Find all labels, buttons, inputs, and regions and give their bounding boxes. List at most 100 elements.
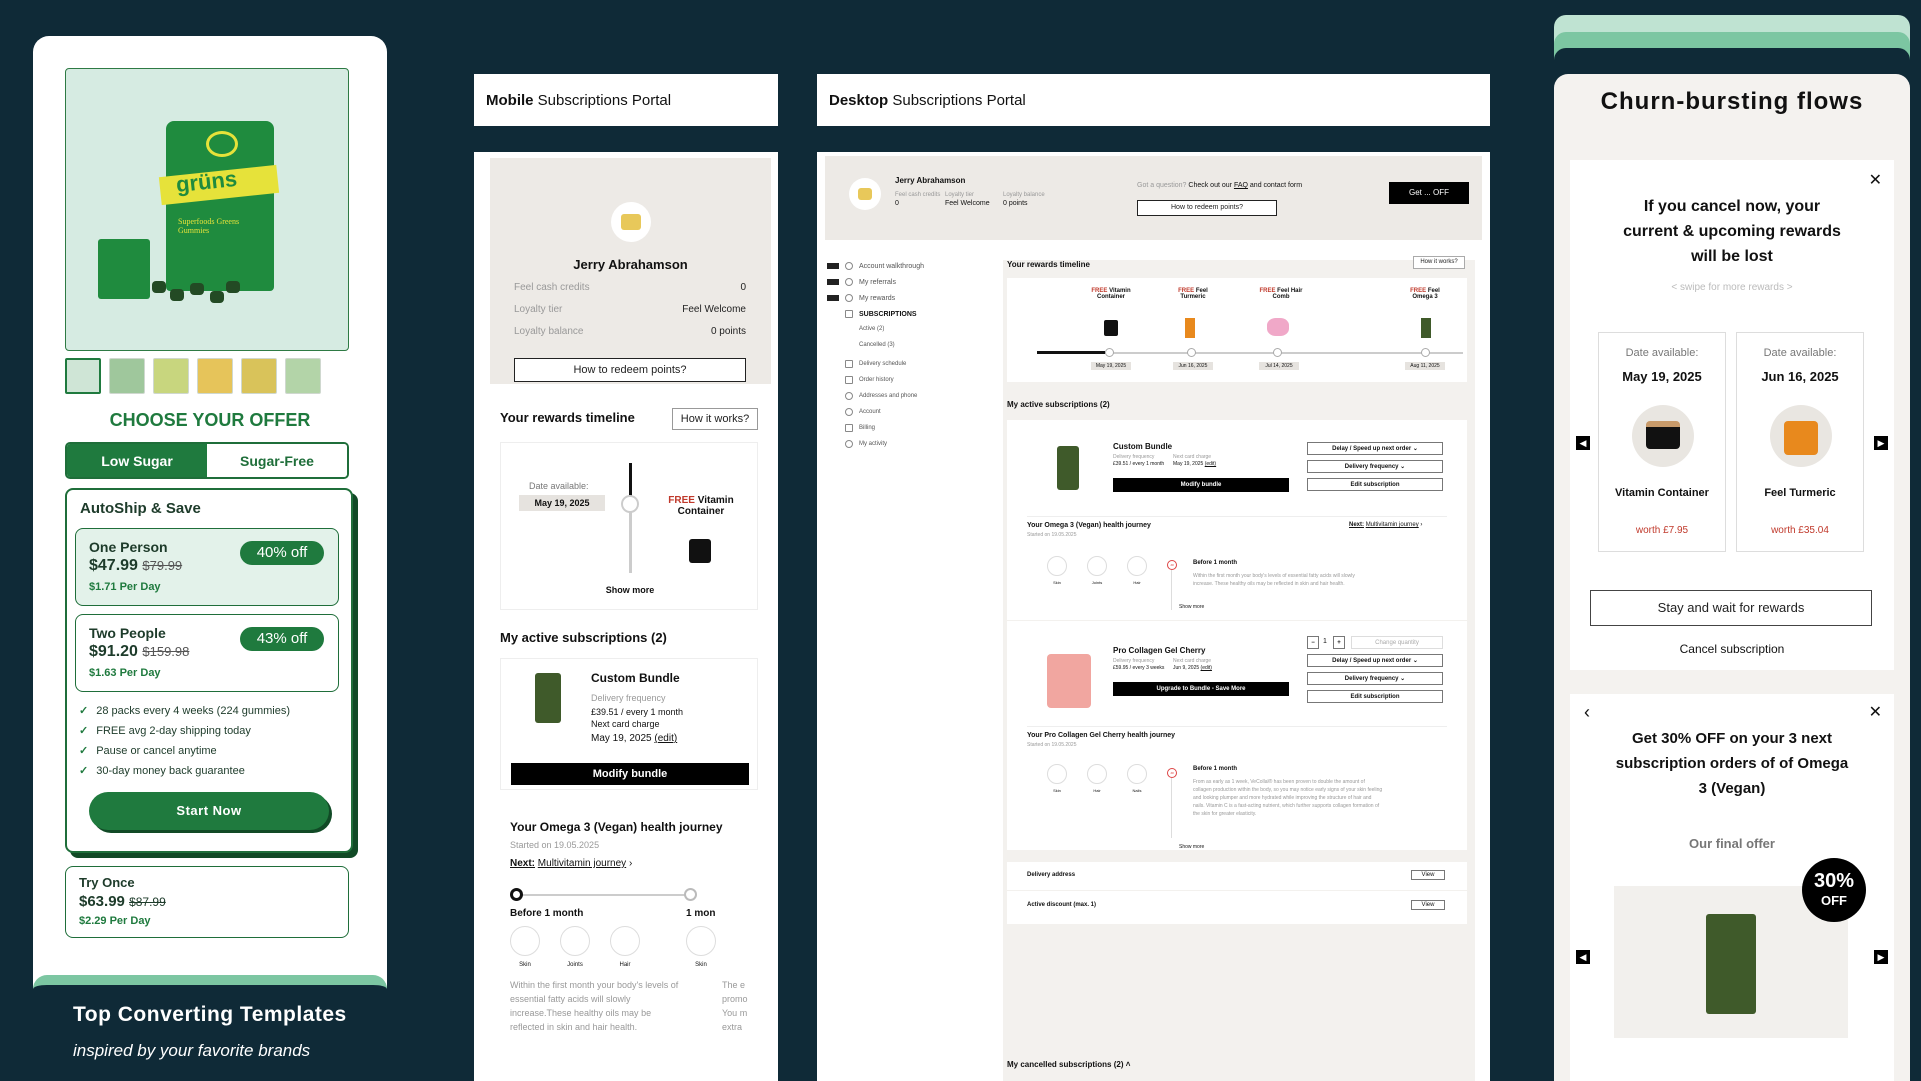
pin-icon	[845, 392, 853, 400]
final-offer-modal: ‹ ✕ Get 30% OFF on your 3 next subscript…	[1570, 694, 1894, 1081]
back-icon[interactable]: ‹	[1584, 702, 1590, 723]
stay-button[interactable]: Stay and wait for rewards	[1590, 590, 1872, 626]
thumbnail[interactable]	[109, 358, 145, 394]
nav-account-walkthrough[interactable]: Account walkthrough	[827, 262, 924, 270]
feature-item: ✓ 28 packs every 4 weeks (224 gummies)	[79, 705, 291, 717]
check-icon: ✓	[79, 705, 89, 717]
autoship-card: AutoShip & Save One Person $47.99 $79.99…	[65, 488, 353, 853]
qty-plus-button[interactable]: +	[1333, 636, 1345, 649]
upgrade-bundle-button[interactable]: Upgrade to Bundle - Save More	[1113, 682, 1289, 696]
nav-cancelled[interactable]: Cancelled (3)	[859, 342, 895, 348]
nav-delivery-schedule[interactable]: Delivery schedule	[845, 360, 906, 368]
plan-price: $91.20 $159.98	[89, 643, 190, 660]
edit-subscription-button[interactable]: Edit subscription	[1307, 690, 1443, 703]
faq-line: Got a question? Check out our FAQ and co…	[1137, 182, 1303, 189]
nav-addresses[interactable]: Addresses and phone	[845, 392, 917, 400]
per-day-price: $1.71 Per Day	[89, 581, 161, 593]
active-subscriptions-title: My active subscriptions (2)	[500, 630, 667, 645]
reward-label: FREE Vitamin Container	[1091, 288, 1131, 300]
cancelled-subscriptions-toggle[interactable]: My cancelled subscriptions (2) ˄	[1007, 1060, 1130, 1069]
try-once-option[interactable]: Try Once $63.99 $87.99 $2.29 Per Day	[65, 866, 349, 938]
nav-my-activity[interactable]: My activity	[845, 440, 887, 448]
feature-item: ✓ 30-day money back guarantee	[79, 765, 245, 777]
reward-label: FREE Feel Turmeric	[1178, 288, 1208, 300]
caption-box: Top Converting Templates inspired by you…	[33, 975, 387, 1081]
edit-subscription-button[interactable]: Edit subscription	[1307, 478, 1443, 491]
modify-bundle-button[interactable]: Modify bundle	[511, 763, 749, 785]
low-sugar-tab[interactable]: Low Sugar	[67, 444, 207, 477]
active-subscriptions-title: My active subscriptions (2)	[1007, 400, 1110, 409]
view-button[interactable]: View	[1411, 870, 1445, 880]
redeem-points-button[interactable]: How to redeem points?	[514, 358, 746, 382]
plan-name: One Person	[89, 539, 168, 555]
arrow-left-icon[interactable]: ◀	[1576, 436, 1590, 450]
arrow-left-icon[interactable]: ◀	[1576, 950, 1590, 964]
edit-link[interactable]: (edit)	[654, 733, 677, 744]
mobile-portal-frame: Jerry Abrahamson Feel cash credits 0 Loya…	[474, 152, 778, 1081]
close-icon[interactable]: ✕	[1869, 702, 1882, 722]
close-icon[interactable]: ✕	[1869, 170, 1882, 190]
icon-label: Hair	[619, 962, 631, 968]
delay-select[interactable]: Delay / Speed up next order ⌄	[1307, 442, 1443, 455]
how-it-works-button[interactable]: How it works?	[672, 408, 758, 430]
caption-title: Top Converting Templates	[73, 1003, 347, 1026]
get-off-button[interactable]: Get ... OFF	[1389, 182, 1469, 204]
how-it-works-button[interactable]: How it works?	[1413, 256, 1465, 269]
redeem-points-button[interactable]: How to redeem points?	[1137, 200, 1277, 216]
product-image[interactable]: grüns Superfoods Greens Gummies	[65, 68, 349, 351]
nav-subscriptions[interactable]: SUBSCRIPTIONS	[845, 310, 917, 318]
check-icon: ✓	[79, 745, 89, 757]
frequency-select[interactable]: Delivery frequency ⌄	[1307, 672, 1443, 685]
skin-icon	[686, 926, 716, 956]
joints-icon	[1087, 556, 1107, 576]
nav-my-rewards[interactable]: My rewards	[827, 294, 895, 302]
arrow-right-icon[interactable]: ▶	[1874, 436, 1888, 450]
journey-text: From as early as 1 week, VeCollal® has b…	[1193, 779, 1383, 817]
product-image	[535, 673, 561, 723]
churn-flows-card: Churn-bursting flows ✕ If you cancel now…	[1554, 74, 1910, 1081]
referrals-icon	[845, 278, 853, 286]
thumbnail[interactable]	[197, 358, 233, 394]
thumbnail[interactable]	[153, 358, 189, 394]
frequency-select[interactable]: Delivery frequency ⌄	[1307, 460, 1443, 473]
hair-icon	[610, 926, 640, 956]
thumbnail[interactable]	[241, 358, 277, 394]
delay-select[interactable]: Delay / Speed up next order ⌄	[1307, 654, 1443, 667]
start-now-button[interactable]: Start Now	[89, 792, 329, 830]
nav-account[interactable]: Account	[845, 408, 881, 416]
bear-logo-icon	[206, 131, 238, 157]
plan-option-two-people[interactable]: Two People $91.20 $159.98 $1.63 Per Day …	[75, 614, 339, 692]
sugar-free-tab[interactable]: Sugar-Free	[207, 444, 347, 477]
show-more-link[interactable]: Show more	[1179, 844, 1204, 850]
show-more-link[interactable]: Show more	[1179, 604, 1204, 610]
nav-billing[interactable]: Billing	[845, 424, 875, 432]
flavor-toggle: Low Sugar Sugar-Free	[65, 442, 349, 479]
thumbnail[interactable]	[285, 358, 321, 394]
label-rest: Subscriptions Portal	[888, 91, 1026, 109]
swipe-hint: < swipe for more rewards >	[1671, 282, 1793, 293]
view-button[interactable]: View	[1411, 900, 1445, 910]
journey-title: Your Omega 3 (Vegan) health journey	[510, 820, 723, 834]
journey-title: Your Omega 3 (Vegan) health journey	[1027, 522, 1151, 529]
reward-date: May 19, 2025	[1091, 362, 1131, 370]
nav-order-history[interactable]: Order history	[845, 376, 894, 384]
journey-next[interactable]: Next: Multivitamin journey ›	[1349, 522, 1422, 528]
arrow-right-icon[interactable]: ▶	[1874, 950, 1888, 964]
stat-row: Feel cash credits 0	[514, 282, 746, 293]
thumbnail[interactable]	[65, 358, 101, 394]
journey-next[interactable]: Next: Multivitamin journey ›	[510, 858, 632, 869]
faq-link[interactable]: FAQ	[1234, 182, 1248, 189]
plan-option-one-person[interactable]: One Person $47.99 $79.99 $1.71 Per Day 4…	[75, 528, 339, 606]
final-offer-label: Our final offer	[1689, 836, 1775, 851]
modify-bundle-button[interactable]: Modify bundle	[1113, 478, 1289, 492]
churn-title: Churn-bursting flows	[1600, 88, 1864, 115]
change-quantity-button[interactable]: Change quantity	[1351, 636, 1443, 649]
show-more-link[interactable]: Show more	[501, 585, 759, 595]
nails-icon	[1127, 764, 1147, 784]
subscriptions-icon	[845, 310, 853, 318]
qty-minus-button[interactable]: −	[1307, 636, 1319, 649]
stat-label: Feel cash credits	[895, 192, 941, 198]
nav-my-referrals[interactable]: My referrals	[827, 278, 896, 286]
cancel-subscription-link[interactable]: Cancel subscription	[1570, 642, 1894, 656]
nav-active[interactable]: Active (2)	[859, 326, 884, 332]
